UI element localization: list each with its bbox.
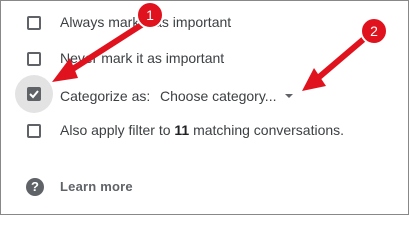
arrow-1: [52, 21, 146, 82]
marker-1-text: 1: [146, 7, 154, 23]
marker-2-text: 2: [370, 23, 378, 39]
annotation-overlay: 1 2: [52, 1, 388, 91]
arrow-2: [302, 35, 368, 91]
